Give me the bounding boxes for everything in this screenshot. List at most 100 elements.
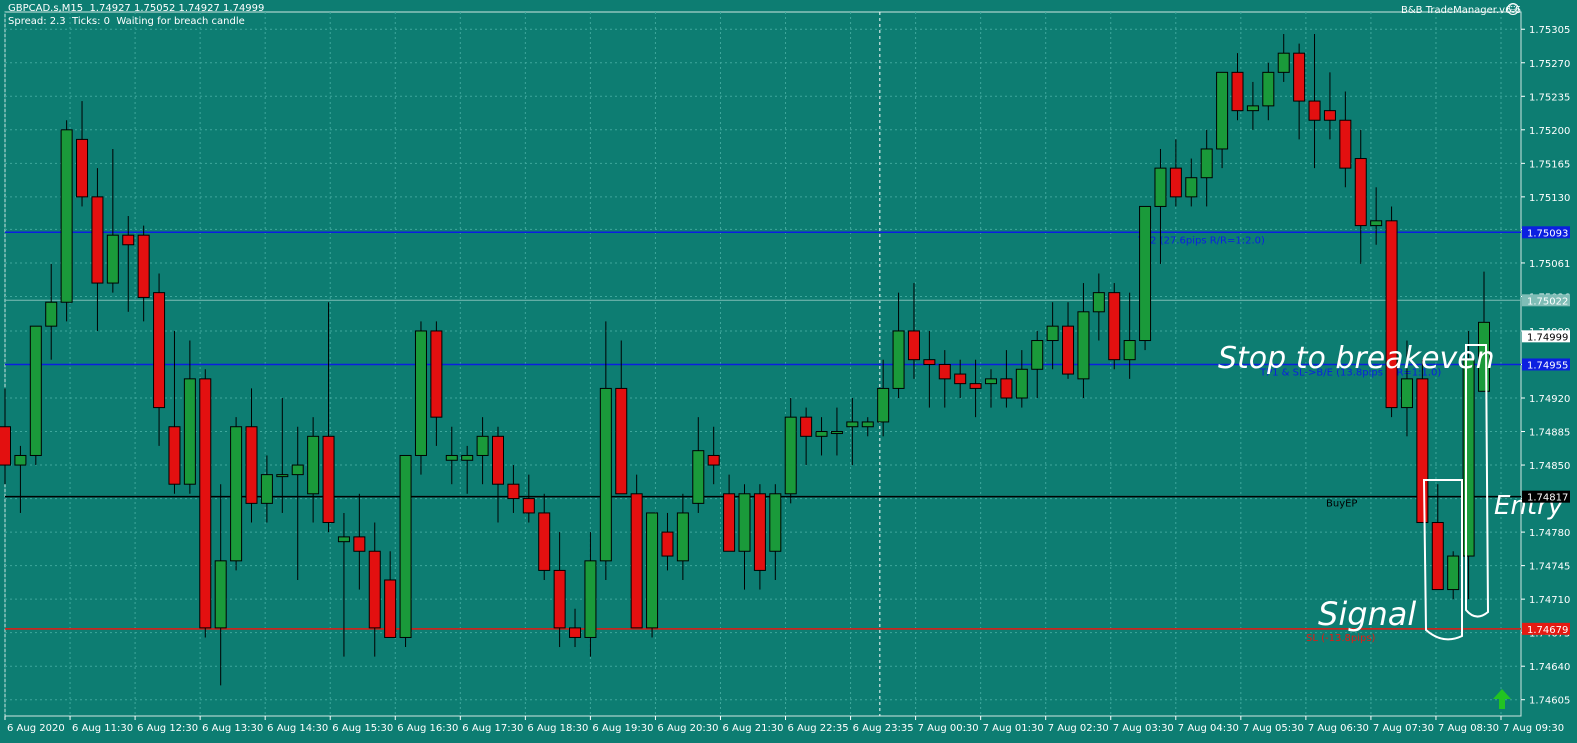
bear-candle	[353, 536, 366, 552]
time-tick-label: 6 Aug 18:30	[527, 723, 588, 734]
entry-level-price-label: 1.74817	[1527, 493, 1568, 504]
bear-candle	[137, 234, 150, 298]
time-tick-label: 7 Aug 02:30	[1048, 723, 1109, 734]
bull-candle	[476, 435, 489, 456]
bear-candle	[1323, 110, 1336, 121]
ask-price-label: 1.75022	[1527, 296, 1568, 307]
time-tick-label: 7 Aug 08:30	[1438, 723, 1499, 734]
bear-candle	[492, 435, 504, 485]
bull-candle	[1462, 359, 1475, 557]
bear-candle	[1354, 158, 1367, 227]
bear-candle	[615, 387, 628, 495]
time-tick-label: 6 Aug 15:30	[332, 723, 393, 734]
bear-candle	[1308, 100, 1321, 121]
bear-candle	[707, 454, 720, 466]
ea-status-label: Spread: 2.3 Ticks: 0 Waiting for breach …	[8, 16, 245, 27]
time-tick-label: 7 Aug 06:30	[1308, 723, 1369, 734]
time-tick-label: 6 Aug 11:30	[72, 723, 133, 734]
bear-candle	[907, 330, 920, 361]
time-tick-label: 7 Aug 01:30	[983, 723, 1044, 734]
time-tick-label: 6 Aug 2020	[7, 723, 65, 734]
bull-candle	[1154, 167, 1167, 207]
bull-candle	[45, 301, 58, 327]
bull-candle	[815, 431, 828, 437]
bull-candle	[260, 474, 273, 504]
bull-candle	[1246, 105, 1259, 112]
bull-candle	[307, 435, 320, 495]
bull-candle	[784, 416, 797, 495]
bear-candle	[538, 512, 551, 571]
price-tick-label: 1.74885	[1529, 428, 1570, 439]
price-tick-label: 1.75305	[1529, 25, 1570, 36]
time-tick-label: 6 Aug 21:30	[722, 723, 783, 734]
sl-level-price-label: 1.74679	[1527, 625, 1568, 636]
price-chart[interactable]: TP2 (27.6pips R/R=1:2.0)TP1 & SL->B/E (1…	[0, 0, 1577, 743]
time-tick-label: 6 Aug 23:35	[853, 723, 914, 734]
bull-candle	[291, 464, 304, 476]
bull-candle	[230, 426, 243, 562]
smiley-icon: ☺	[1507, 3, 1519, 15]
bid-price-label: 1.74999	[1527, 332, 1568, 343]
bear-candle	[522, 498, 535, 514]
bull-candle	[1092, 292, 1105, 313]
price-axis: 1.75305 1.75270 1.75235 1.75200 1.75165 1.751…	[1521, 25, 1570, 707]
price-tick-label: 1.75235	[1529, 92, 1570, 103]
bull-candle	[1277, 52, 1290, 73]
bear-candle	[91, 196, 104, 284]
buy-arrow-icon[interactable]	[1492, 688, 1512, 710]
bear-candle	[630, 493, 643, 629]
bear-candle	[245, 426, 258, 504]
price-tick-label: 1.74920	[1529, 394, 1570, 405]
price-tick-label: 1.74850	[1529, 461, 1570, 472]
bull-candle	[214, 560, 227, 629]
price-tick-label: 1.75270	[1529, 59, 1570, 70]
bull-candle	[106, 234, 119, 284]
bull-candle	[14, 454, 27, 466]
bear-candle	[153, 292, 166, 409]
bear-candle	[753, 493, 766, 571]
bull-candle	[646, 512, 659, 629]
bear-candle	[800, 416, 813, 437]
bull-candle	[461, 454, 474, 461]
bull-candle	[1139, 205, 1152, 342]
time-tick-label: 6 Aug 12:30	[137, 723, 198, 734]
chart-window[interactable]: TP2 (27.6pips R/R=1:2.0) TP1 & SL->B/E (1…	[0, 0, 1577, 743]
bull-candle	[599, 387, 612, 562]
bull-candle	[769, 493, 782, 552]
bear-candle	[1169, 167, 1182, 198]
bull-candle	[738, 493, 751, 552]
bull-candle	[861, 421, 874, 428]
bull-candle	[846, 421, 859, 428]
tp2-level-label: TP2 (27.6pips R/R=1:2.0)	[1137, 235, 1265, 246]
bull-candle	[1185, 177, 1198, 198]
bull-candle	[1262, 71, 1275, 107]
bear-candle	[507, 483, 520, 500]
time-tick-label: 6 Aug 19:30	[592, 723, 653, 734]
time-tick-label: 6 Aug 16:30	[397, 723, 458, 734]
bull-candle	[1077, 311, 1090, 380]
bear-candle	[199, 378, 212, 629]
bear-candle	[76, 138, 89, 198]
bull-candle	[414, 330, 427, 456]
price-tick-label: 1.75165	[1529, 159, 1570, 170]
time-tick-label: 6 Aug 22:35	[788, 723, 849, 734]
bull-candle	[1216, 71, 1229, 150]
bear-candle	[969, 383, 982, 389]
bear-candle	[723, 493, 736, 552]
bear-candle	[954, 373, 967, 385]
bull-candle	[399, 454, 412, 638]
bull-candle	[183, 378, 196, 485]
bear-candle	[322, 435, 335, 524]
bull-candle	[877, 387, 890, 423]
bear-candle	[168, 426, 181, 485]
bull-candle	[1200, 148, 1213, 179]
bull-candle	[60, 129, 73, 303]
bear-candle	[1416, 378, 1429, 524]
price-tick-label: 1.74640	[1529, 662, 1570, 673]
bear-candle	[1431, 522, 1444, 591]
bull-candle	[985, 378, 997, 385]
bear-candle	[569, 627, 582, 638]
price-tick-label: 1.75200	[1529, 126, 1570, 137]
bear-candle	[0, 426, 11, 466]
entry-level-label: BuyEP	[1326, 499, 1357, 510]
